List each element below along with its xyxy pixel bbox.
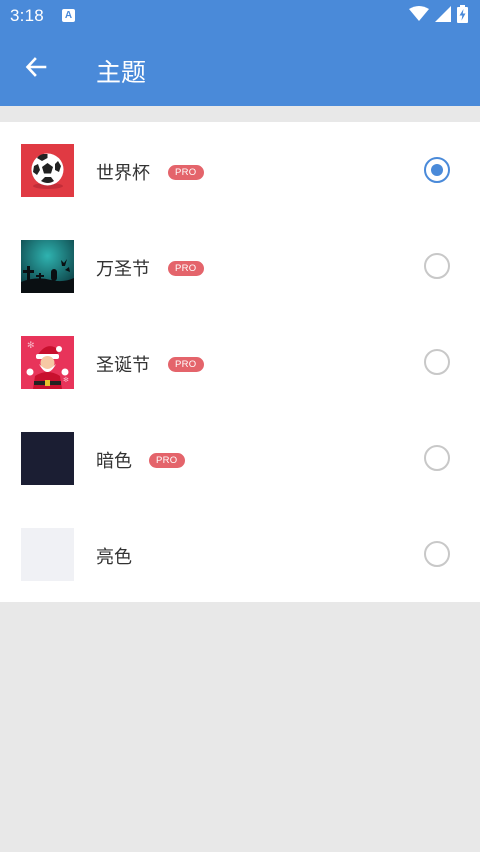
santa-claus-thumbnail: ✻ ✻	[21, 336, 74, 389]
empty-background	[0, 602, 480, 852]
pro-badge: PRO	[168, 357, 204, 372]
theme-label: 亮色	[96, 547, 132, 568]
dark-swatch-thumbnail	[21, 432, 74, 485]
theme-row-christmas[interactable]: ✻ ✻ 圣诞节 PRO	[0, 314, 480, 410]
radio-unselected[interactable]	[424, 445, 450, 471]
svg-text:✻: ✻	[63, 376, 69, 384]
battery-charging-icon	[457, 5, 468, 27]
pro-badge: PRO	[168, 261, 204, 276]
theme-row-light[interactable]: 亮色	[0, 506, 480, 602]
light-swatch-thumbnail	[21, 528, 74, 581]
halloween-graveyard-thumbnail	[21, 240, 74, 293]
radio-unselected[interactable]	[424, 349, 450, 375]
theme-row-dark[interactable]: 暗色 PRO	[0, 410, 480, 506]
theme-label: 圣诞节	[96, 355, 150, 376]
theme-row-world-cup[interactable]: 世界杯 PRO	[0, 122, 480, 218]
theme-row-halloween[interactable]: 万圣节 PRO	[0, 218, 480, 314]
cell-signal-icon	[435, 6, 451, 26]
svg-text:✻: ✻	[27, 341, 35, 351]
radio-selected[interactable]	[424, 157, 450, 183]
page-title: 主题	[96, 58, 147, 87]
theme-list: 世界杯 PRO 万圣节 PRO ✻ ✻ 圣诞节 PRO 暗色 PRO 亮色	[0, 122, 480, 602]
theme-label: 暗色	[96, 451, 132, 472]
a-notification-icon: A	[62, 9, 75, 22]
status-icons	[409, 5, 468, 27]
app-bar: 主题	[0, 32, 480, 106]
wifi-icon	[409, 6, 429, 26]
radio-unselected[interactable]	[424, 253, 450, 279]
status-time: 3:18	[10, 6, 44, 25]
theme-label: 万圣节	[96, 259, 150, 280]
radio-unselected[interactable]	[424, 541, 450, 567]
arrow-left-icon	[24, 55, 48, 83]
pro-badge: PRO	[149, 453, 185, 468]
back-button[interactable]	[16, 49, 56, 89]
soccer-ball-thumbnail	[21, 144, 74, 197]
pro-badge: PRO	[168, 165, 204, 180]
theme-label: 世界杯	[96, 163, 150, 184]
status-bar: 3:18 A	[0, 0, 480, 32]
